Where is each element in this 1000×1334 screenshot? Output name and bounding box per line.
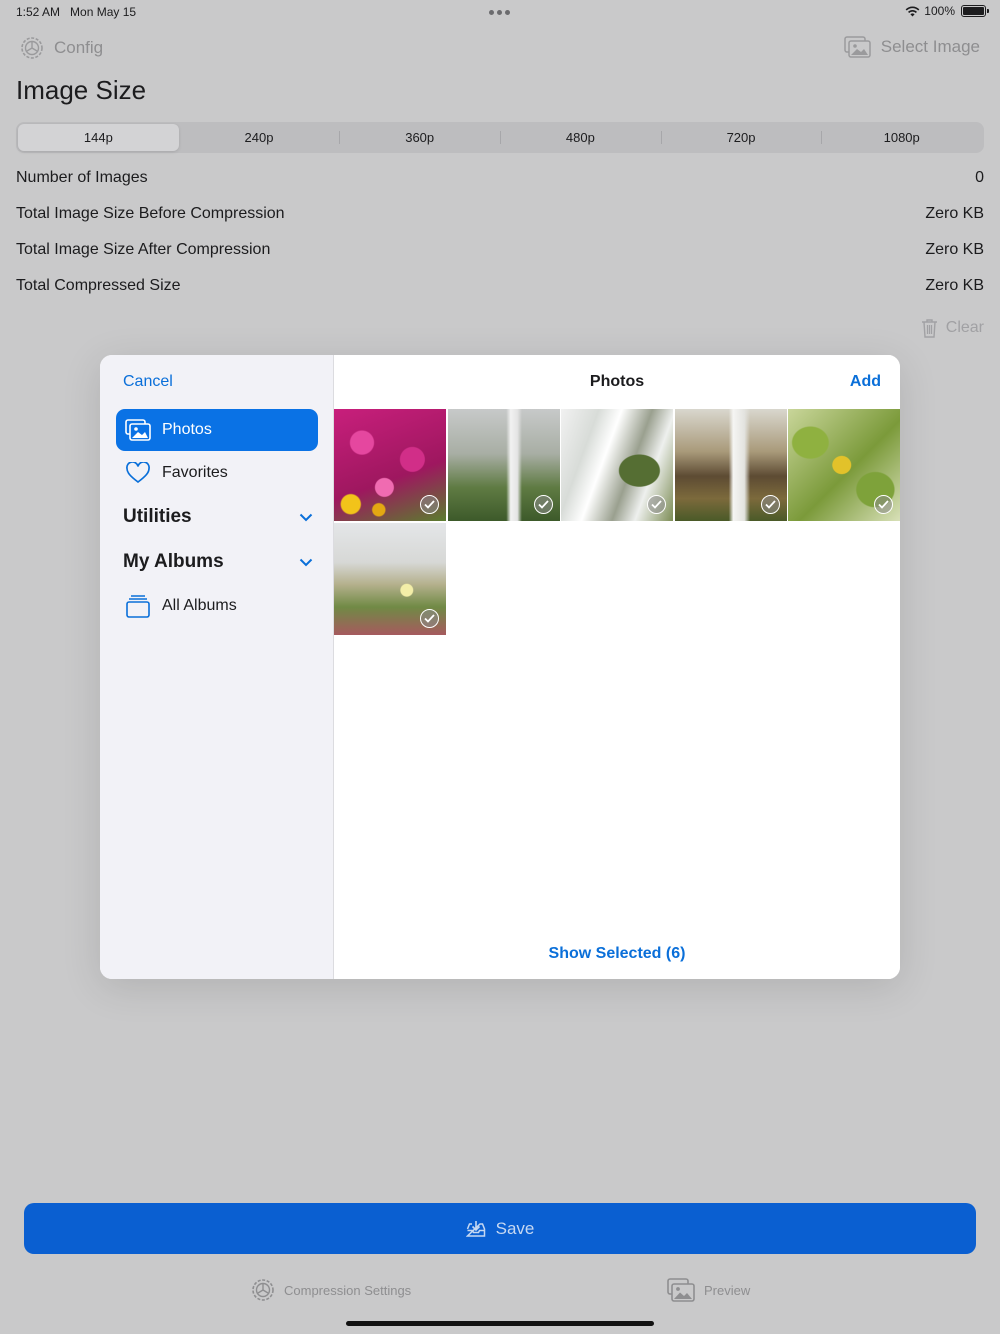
segment-144p[interactable]: 144p — [18, 124, 179, 151]
photo-picker-modal: Cancel Photos Favorites Utilities My Alb… — [100, 355, 900, 979]
picker-main: Photos Add Show Selected (6) — [334, 355, 900, 979]
trash-icon — [921, 319, 937, 338]
cancel-button[interactable]: Cancel — [123, 373, 173, 391]
albums-icon — [126, 595, 150, 618]
sidebar-item-all-albums[interactable]: All Albums — [116, 585, 318, 627]
show-selected-button[interactable]: Show Selected (6) — [334, 945, 900, 963]
clear-button[interactable]: Clear — [921, 318, 984, 338]
battery-icon — [961, 5, 989, 17]
photo-thumbnail[interactable] — [334, 409, 446, 521]
section-label: Utilities — [123, 506, 192, 527]
status-time: 1:52 AM Mon May 15 — [16, 5, 136, 19]
config-label: Config — [54, 38, 104, 57]
save-label: Save — [495, 1218, 535, 1238]
photo-thumbnail[interactable] — [674, 409, 787, 521]
sidebar-item-label: All Albums — [162, 597, 237, 614]
sidebar-item-label: Photos — [162, 421, 212, 438]
checkmark-icon — [420, 495, 439, 514]
tab-preview[interactable]: Preview — [667, 1278, 750, 1302]
segment-1080p[interactable]: 1080p — [821, 124, 982, 151]
stat-value: Zero KB — [925, 277, 984, 294]
stat-row-size-before: Total Image Size Before Compression Zero… — [16, 196, 984, 232]
photo-thumbnail[interactable] — [788, 409, 900, 521]
checkmark-icon — [760, 495, 780, 514]
photo-thumbnail[interactable] — [447, 409, 560, 521]
select-image-label: Select Image — [880, 37, 980, 56]
stat-label: Total Compressed Size — [16, 277, 181, 294]
download-tray-icon — [465, 1220, 485, 1237]
checkmark-icon — [874, 495, 893, 514]
wifi-icon — [905, 6, 920, 16]
stat-label: Number of Images — [16, 169, 148, 186]
sidebar-item-label: Favorites — [162, 464, 228, 481]
tab-bar: Compression Settings Preview — [0, 1278, 1000, 1314]
chevron-down-icon[interactable] — [299, 558, 313, 567]
photos-icon — [125, 419, 151, 441]
chevron-down-icon[interactable] — [299, 513, 313, 522]
tab-compression-settings[interactable]: Compression Settings — [251, 1278, 411, 1302]
photo-thumbnail[interactable] — [561, 409, 673, 521]
sidebar-item-photos[interactable]: Photos — [116, 409, 318, 451]
photo-stack-icon — [667, 1278, 695, 1302]
stat-value: Zero KB — [925, 205, 984, 222]
segment-480p[interactable]: 480p — [500, 124, 661, 151]
sidebar-section-my-albums[interactable]: My Albums — [123, 551, 313, 573]
time-text: 1:52 AM — [16, 5, 61, 19]
select-image-button[interactable]: Select Image — [844, 36, 980, 58]
picker-sidebar: Cancel Photos Favorites Utilities My Alb… — [100, 355, 334, 979]
photo-grid — [334, 409, 900, 635]
checkmark-icon — [420, 608, 439, 628]
stats-list: Number of Images 0 Total Image Size Befo… — [16, 160, 984, 304]
stat-value: 0 — [975, 169, 984, 186]
status-bar: 1:52 AM Mon May 15 100% — [0, 0, 1000, 24]
photo-stack-icon — [844, 36, 871, 58]
add-button[interactable]: Add — [850, 373, 881, 391]
config-button[interactable]: Config — [20, 36, 103, 60]
status-right: 100% — [905, 4, 989, 18]
stat-row-size-after: Total Image Size After Compression Zero … — [16, 232, 984, 268]
stat-row-compressed-size: Total Compressed Size Zero KB — [16, 268, 984, 304]
image-size-segmented-control: 144p 240p 360p 480p 720p 1080p — [16, 122, 984, 153]
stat-value: Zero KB — [925, 241, 984, 258]
stat-label: Total Image Size Before Compression — [16, 205, 285, 222]
multitasking-dots-icon[interactable] — [489, 10, 510, 15]
home-indicator[interactable] — [346, 1321, 654, 1326]
stat-row-number-of-images: Number of Images 0 — [16, 160, 984, 196]
gear-icon — [21, 37, 43, 59]
segment-720p[interactable]: 720p — [660, 124, 822, 151]
tab-label: Compression Settings — [284, 1282, 412, 1298]
tab-label: Preview — [704, 1282, 751, 1298]
save-button[interactable]: Save — [24, 1203, 976, 1254]
photo-thumbnail[interactable] — [334, 522, 446, 635]
sidebar-section-utilities[interactable]: Utilities — [123, 506, 313, 528]
segment-240p[interactable]: 240p — [179, 124, 340, 151]
picker-title: Photos — [589, 373, 645, 390]
gear-icon — [252, 1279, 274, 1301]
segment-360p[interactable]: 360p — [339, 124, 500, 151]
heart-icon — [126, 462, 150, 484]
page-title: Image Size — [16, 75, 147, 105]
checkmark-icon — [647, 495, 666, 514]
clear-label: Clear — [945, 319, 984, 336]
battery-percent: 100% — [924, 4, 955, 18]
checkmark-icon — [533, 495, 553, 514]
section-label: My Albums — [123, 551, 224, 572]
date-text: Mon May 15 — [70, 5, 137, 19]
sidebar-item-favorites[interactable]: Favorites — [116, 452, 318, 494]
stat-label: Total Image Size After Compression — [16, 241, 271, 258]
